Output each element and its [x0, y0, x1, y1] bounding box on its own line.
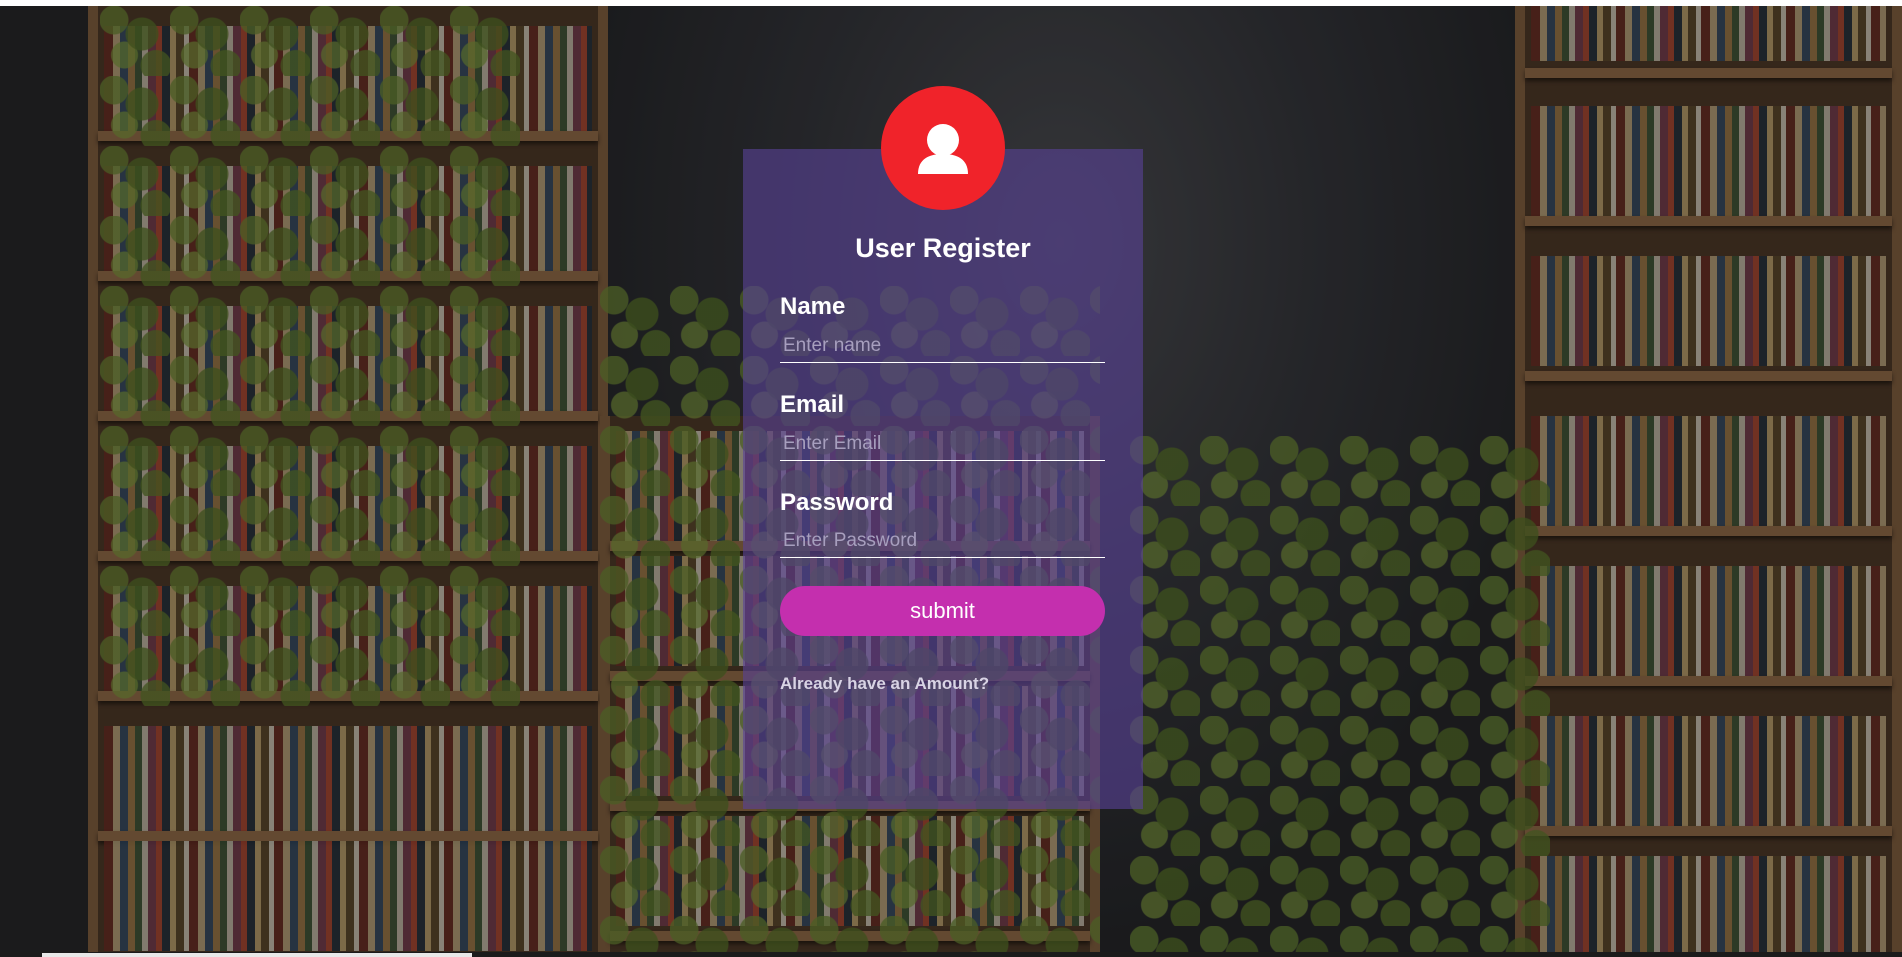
name-input[interactable]: [780, 329, 1105, 363]
register-title: User Register: [855, 233, 1031, 263]
email-label: Email: [780, 391, 845, 418]
password-label: Password: [780, 489, 894, 516]
scrollbar-thumb[interactable]: [42, 953, 472, 957]
email-input[interactable]: [780, 427, 1105, 461]
register-page: User Register Name Email Password submit…: [0, 0, 1902, 957]
avatar: [881, 86, 1005, 210]
name-label: Name: [780, 293, 846, 320]
login-link[interactable]: Already have an Amount?: [780, 674, 989, 694]
user-icon: [918, 124, 968, 174]
submit-button[interactable]: submit: [780, 586, 1105, 636]
password-input[interactable]: [780, 524, 1105, 558]
